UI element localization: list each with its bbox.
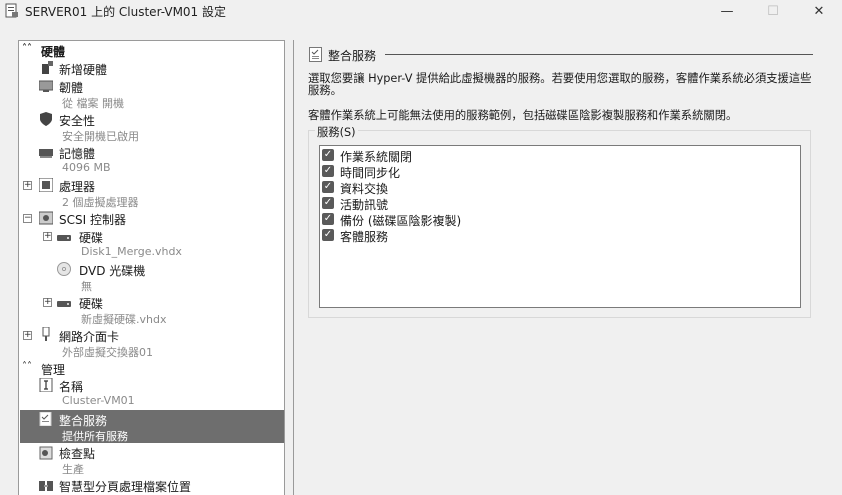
tree-item-scsi-controller[interactable]: − SCSI 控制器 bbox=[19, 210, 284, 227]
tree-item-subtitle: 生產 bbox=[62, 463, 84, 476]
collapse-icon[interactable]: − bbox=[23, 214, 32, 223]
tree-item-title: 記憶體 bbox=[59, 147, 96, 161]
tree-item-title: SCSI 控制器 bbox=[59, 213, 126, 227]
expand-icon[interactable]: + bbox=[43, 232, 52, 241]
management-section-header[interactable]: ˄˄ 管理 bbox=[19, 361, 284, 377]
tree-item-firmware[interactable]: 韌體 從 檔案 開機 bbox=[19, 78, 284, 110]
tree-item-title: 新增硬體 bbox=[59, 63, 108, 77]
hardware-header-label: 硬體 bbox=[41, 45, 66, 59]
shield-icon bbox=[40, 112, 52, 126]
tree-item-subtitle: 無 bbox=[81, 280, 92, 293]
tree-item-title: 硬碟 bbox=[79, 297, 104, 311]
service-checkbox[interactable]: ✓ bbox=[322, 181, 334, 193]
firmware-icon bbox=[39, 80, 53, 92]
tree-item-processor[interactable]: + 處理器 2 個虛擬處理器 bbox=[19, 177, 284, 209]
minimize-button[interactable]: — bbox=[704, 0, 750, 22]
expand-icon[interactable]: + bbox=[43, 298, 52, 307]
add-hardware-icon bbox=[42, 61, 53, 74]
service-label: 時間同步化 bbox=[340, 166, 401, 180]
maximize-button[interactable]: ☐ bbox=[750, 0, 796, 22]
tree-item-title: 網路介面卡 bbox=[59, 330, 120, 344]
smart-paging-icon bbox=[39, 481, 53, 491]
title-bar: SERVER01 上的 Cluster-VM01 設定 — ☐ ✕ bbox=[0, 0, 842, 22]
tree-item-subtitle: 安全開機已啟用 bbox=[62, 130, 139, 143]
tree-item-dvd-drive[interactable]: DVD 光碟機 無 bbox=[19, 261, 284, 293]
service-checkbox[interactable]: ✓ bbox=[322, 165, 334, 177]
tree-item-title: 韌體 bbox=[59, 81, 84, 95]
window-title: SERVER01 上的 Cluster-VM01 設定 bbox=[25, 5, 227, 19]
title-divider bbox=[385, 54, 813, 55]
management-header-label: 管理 bbox=[41, 363, 66, 377]
tree-item-title: DVD 光碟機 bbox=[79, 264, 146, 278]
tree-item-subtitle: 外部虛擬交換器01 bbox=[62, 346, 153, 359]
panel-note: 客體作業系統上可能無法使用的服務範例，包括磁碟區陰影複製服務和作業系統關閉。 bbox=[308, 109, 738, 122]
processor-icon bbox=[39, 178, 53, 192]
tree-item-subtitle: Disk1_Merge.vhdx bbox=[81, 245, 182, 258]
hard-drive-icon bbox=[57, 235, 71, 241]
memory-icon bbox=[39, 149, 53, 158]
service-checkbox[interactable]: ✓ bbox=[322, 229, 334, 241]
hard-drive-icon bbox=[57, 301, 71, 307]
checkpoint-icon bbox=[39, 446, 53, 460]
collapse-chevron-icon[interactable]: ˄˄ bbox=[22, 361, 32, 372]
settings-window-icon bbox=[5, 3, 18, 18]
tree-item-title: 處理器 bbox=[59, 180, 96, 194]
settings-tree: ˄˄ 硬體 新增硬體 韌體 從 檔案 開機 安全性 安全開機已啟用 記憶體 40… bbox=[18, 40, 285, 495]
service-label: 活動訊號 bbox=[340, 198, 389, 212]
integration-services-panel: 整合服務 選取您要讓 Hyper-V 提供給此虛擬機器的服務。若要使用您選取的服… bbox=[293, 40, 842, 495]
tree-item-checkpoints[interactable]: 檢查點 生產 bbox=[19, 444, 284, 476]
expand-icon[interactable]: + bbox=[23, 181, 32, 190]
tree-item-subtitle: Cluster-VM01 bbox=[62, 394, 135, 407]
close-button[interactable]: ✕ bbox=[796, 0, 842, 22]
tree-item-subtitle: 4096 MB bbox=[62, 161, 111, 174]
tree-item-title: 整合服務 bbox=[59, 414, 108, 428]
tree-item-smart-paging[interactable]: 智慧型分頁處理檔案位置 bbox=[19, 477, 284, 495]
tree-item-memory[interactable]: 記憶體 4096 MB bbox=[19, 144, 284, 176]
tree-item-hard-drive-1[interactable]: + 硬碟 Disk1_Merge.vhdx bbox=[19, 228, 284, 260]
panel-title: 整合服務 bbox=[328, 49, 377, 63]
tree-item-security[interactable]: 安全性 安全開機已啟用 bbox=[19, 111, 284, 143]
service-label: 客體服務 bbox=[340, 230, 389, 244]
tree-item-subtitle: 新虛擬硬碟.vhdx bbox=[81, 313, 167, 326]
tree-item-subtitle: 2 個虛擬處理器 bbox=[62, 196, 139, 209]
tree-item-title: 名稱 bbox=[59, 380, 84, 394]
service-label: 備份 (磁碟區陰影複製) bbox=[340, 214, 462, 228]
tree-item-network-adapter[interactable]: + 網路介面卡 外部虛擬交換器01 bbox=[19, 327, 284, 359]
services-list[interactable]: ✓ 作業系統關閉 ✓ 時間同步化 ✓ 資料交換 ✓ 活動訊號 ✓ 備份 (磁碟區陰影複製) ✓ 客體服… bbox=[319, 145, 801, 308]
tree-item-title: 安全性 bbox=[59, 114, 96, 128]
dvd-disc-icon bbox=[57, 262, 71, 276]
tree-item-name[interactable]: 名稱 Cluster-VM01 bbox=[19, 377, 284, 409]
service-checkbox[interactable]: ✓ bbox=[322, 197, 334, 209]
hardware-section-header[interactable]: ˄˄ 硬體 bbox=[19, 43, 284, 59]
service-label: 作業系統關閉 bbox=[340, 150, 413, 164]
tree-item-subtitle: 提供所有服務 bbox=[62, 430, 128, 443]
collapse-chevron-icon[interactable]: ˄˄ bbox=[22, 43, 32, 54]
panel-description: 選取您要讓 Hyper-V 提供給此虛擬機器的服務。若要使用您選取的服務，客體作… bbox=[308, 72, 812, 97]
integration-services-icon bbox=[39, 412, 52, 426]
tree-item-title: 硬碟 bbox=[79, 231, 104, 245]
service-checkbox[interactable]: ✓ bbox=[322, 213, 334, 225]
scsi-controller-icon bbox=[39, 211, 53, 225]
tree-item-title: 智慧型分頁處理檔案位置 bbox=[59, 480, 192, 494]
services-group: 服務(S) ✓ 作業系統關閉 ✓ 時間同步化 ✓ 資料交換 ✓ 活動訊號 ✓ 備份 (磁碟區陰影複… bbox=[308, 124, 811, 318]
tree-item-hard-drive-2[interactable]: + 硬碟 新虛擬硬碟.vhdx bbox=[19, 294, 284, 326]
services-group-label: 服務(S) bbox=[315, 124, 358, 140]
tree-item-title: 檢查點 bbox=[59, 447, 96, 461]
tree-item-subtitle: 從 檔案 開機 bbox=[62, 97, 124, 110]
name-field-icon bbox=[39, 378, 53, 392]
tree-item-add-hardware[interactable]: 新增硬體 bbox=[19, 60, 284, 77]
service-checkbox[interactable]: ✓ bbox=[322, 149, 334, 161]
expand-icon[interactable]: + bbox=[23, 331, 32, 340]
tree-item-integration-services[interactable]: 整合服務 提供所有服務 bbox=[20, 410, 284, 443]
integration-services-icon bbox=[309, 47, 322, 62]
network-adapter-icon bbox=[42, 327, 50, 341]
service-label: 資料交換 bbox=[340, 182, 389, 196]
